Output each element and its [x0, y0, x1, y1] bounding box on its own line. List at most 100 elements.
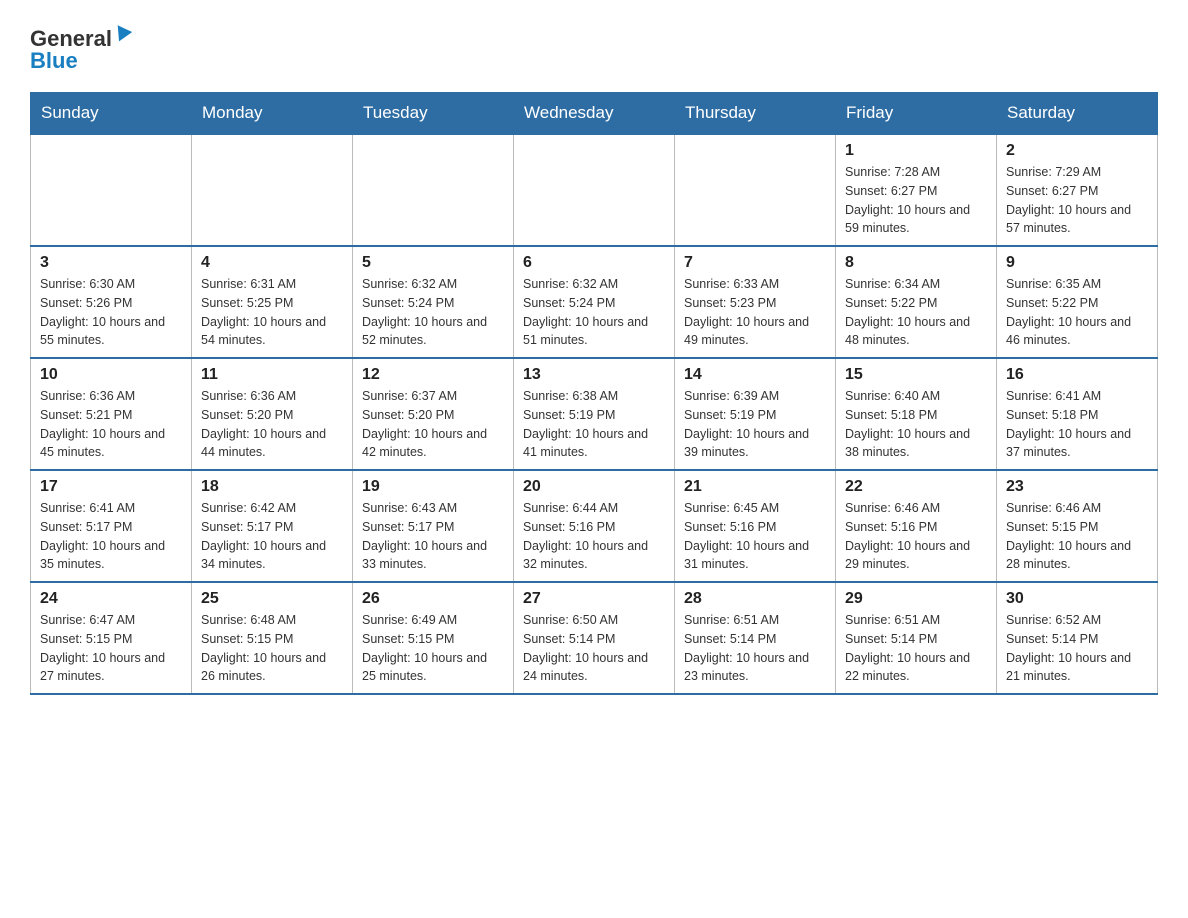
day-info: Sunrise: 6:31 AMSunset: 5:25 PMDaylight:… [201, 275, 343, 350]
day-info: Sunrise: 6:48 AMSunset: 5:15 PMDaylight:… [201, 611, 343, 686]
calendar-day-cell: 28Sunrise: 6:51 AMSunset: 5:14 PMDayligh… [675, 582, 836, 694]
calendar-week-row: 10Sunrise: 6:36 AMSunset: 5:21 PMDayligh… [31, 358, 1158, 470]
day-info: Sunrise: 6:49 AMSunset: 5:15 PMDaylight:… [362, 611, 504, 686]
day-info: Sunrise: 7:29 AMSunset: 6:27 PMDaylight:… [1006, 163, 1148, 238]
day-number: 4 [201, 254, 343, 272]
calendar-week-row: 1 Sunrise: 7:28 AMSunset: 6:27 PMDaylight… [31, 134, 1158, 246]
day-info: Sunrise: 6:30 AMSunset: 5:26 PMDaylight:… [40, 275, 182, 350]
calendar-day-cell: 23 Sunrise: 6:46 AMSunset: 5:15 PMDayligh… [997, 470, 1158, 582]
calendar-day-cell [192, 134, 353, 246]
day-number: 9 [1006, 254, 1148, 272]
calendar-day-header: Saturday [997, 93, 1158, 135]
day-info: Sunrise: 6:42 AMSunset: 5:17 PMDaylight:… [201, 499, 343, 574]
day-number: 26 [362, 590, 504, 608]
calendar-day-cell: 16 Sunrise: 6:41 AMSunset: 5:18 PMDayligh… [997, 358, 1158, 470]
calendar-day-header: Thursday [675, 93, 836, 135]
logo-general: General [30, 28, 112, 50]
calendar-day-header: Tuesday [353, 93, 514, 135]
calendar-day-cell: 13 Sunrise: 6:38 AMSunset: 5:19 PMDayligh… [514, 358, 675, 470]
day-number: 8 [845, 254, 987, 272]
day-info: Sunrise: 6:46 AMSunset: 5:15 PMDaylight:… [1006, 499, 1148, 574]
calendar-day-cell: 2 Sunrise: 7:29 AMSunset: 6:27 PMDaylight… [997, 134, 1158, 246]
calendar-day-cell: 29 Sunrise: 6:51 AMSunset: 5:14 PMDayligh… [836, 582, 997, 694]
day-number: 11 [201, 366, 343, 384]
calendar-day-cell: 10Sunrise: 6:36 AMSunset: 5:21 PMDayligh… [31, 358, 192, 470]
calendar-day-cell: 27 Sunrise: 6:50 AMSunset: 5:14 PMDayligh… [514, 582, 675, 694]
day-info: Sunrise: 6:37 AMSunset: 5:20 PMDaylight:… [362, 387, 504, 462]
calendar-day-cell [353, 134, 514, 246]
calendar-day-cell: 4 Sunrise: 6:31 AMSunset: 5:25 PMDaylight… [192, 246, 353, 358]
calendar-day-cell: 24 Sunrise: 6:47 AMSunset: 5:15 PMDayligh… [31, 582, 192, 694]
calendar-day-cell: 14Sunrise: 6:39 AMSunset: 5:19 PMDayligh… [675, 358, 836, 470]
day-info: Sunrise: 6:45 AMSunset: 5:16 PMDaylight:… [684, 499, 826, 574]
day-info: Sunrise: 6:41 AMSunset: 5:18 PMDaylight:… [1006, 387, 1148, 462]
day-number: 29 [845, 590, 987, 608]
calendar-day-header: Monday [192, 93, 353, 135]
calendar-day-cell: 20 Sunrise: 6:44 AMSunset: 5:16 PMDayligh… [514, 470, 675, 582]
day-number: 13 [523, 366, 665, 384]
calendar-day-header: Sunday [31, 93, 192, 135]
calendar-week-row: 3 Sunrise: 6:30 AMSunset: 5:26 PMDaylight… [31, 246, 1158, 358]
day-info: Sunrise: 6:32 AMSunset: 5:24 PMDaylight:… [362, 275, 504, 350]
day-number: 1 [845, 142, 987, 160]
day-number: 27 [523, 590, 665, 608]
day-number: 17 [40, 478, 182, 496]
day-info: Sunrise: 7:28 AMSunset: 6:27 PMDaylight:… [845, 163, 987, 238]
logo-triangle-icon [112, 25, 132, 44]
day-number: 22 [845, 478, 987, 496]
day-info: Sunrise: 6:33 AMSunset: 5:23 PMDaylight:… [684, 275, 826, 350]
calendar-day-cell: 19 Sunrise: 6:43 AMSunset: 5:17 PMDayligh… [353, 470, 514, 582]
day-info: Sunrise: 6:51 AMSunset: 5:14 PMDaylight:… [845, 611, 987, 686]
day-number: 23 [1006, 478, 1148, 496]
calendar-day-cell: 3 Sunrise: 6:30 AMSunset: 5:26 PMDaylight… [31, 246, 192, 358]
day-number: 2 [1006, 142, 1148, 160]
calendar-day-cell: 6 Sunrise: 6:32 AMSunset: 5:24 PMDaylight… [514, 246, 675, 358]
day-info: Sunrise: 6:36 AMSunset: 5:20 PMDaylight:… [201, 387, 343, 462]
day-number: 19 [362, 478, 504, 496]
calendar-week-row: 17Sunrise: 6:41 AMSunset: 5:17 PMDayligh… [31, 470, 1158, 582]
day-info: Sunrise: 6:40 AMSunset: 5:18 PMDaylight:… [845, 387, 987, 462]
logo-blue: Blue [30, 48, 78, 74]
calendar-day-cell: 26 Sunrise: 6:49 AMSunset: 5:15 PMDayligh… [353, 582, 514, 694]
calendar-table: SundayMondayTuesdayWednesdayThursdayFrid… [30, 92, 1158, 695]
day-number: 7 [684, 254, 826, 272]
day-number: 28 [684, 590, 826, 608]
day-info: Sunrise: 6:38 AMSunset: 5:19 PMDaylight:… [523, 387, 665, 462]
day-number: 12 [362, 366, 504, 384]
day-number: 21 [684, 478, 826, 496]
day-number: 16 [1006, 366, 1148, 384]
day-number: 5 [362, 254, 504, 272]
day-number: 20 [523, 478, 665, 496]
day-number: 24 [40, 590, 182, 608]
calendar-day-cell [675, 134, 836, 246]
day-info: Sunrise: 6:52 AMSunset: 5:14 PMDaylight:… [1006, 611, 1148, 686]
day-info: Sunrise: 6:43 AMSunset: 5:17 PMDaylight:… [362, 499, 504, 574]
day-info: Sunrise: 6:35 AMSunset: 5:22 PMDaylight:… [1006, 275, 1148, 350]
calendar-day-cell: 8Sunrise: 6:34 AMSunset: 5:22 PMDaylight… [836, 246, 997, 358]
calendar-day-cell: 18 Sunrise: 6:42 AMSunset: 5:17 PMDayligh… [192, 470, 353, 582]
day-number: 25 [201, 590, 343, 608]
calendar-header-row: SundayMondayTuesdayWednesdayThursdayFrid… [31, 93, 1158, 135]
logo: General Blue [30, 28, 130, 74]
calendar-day-cell: 1 Sunrise: 7:28 AMSunset: 6:27 PMDaylight… [836, 134, 997, 246]
day-number: 6 [523, 254, 665, 272]
calendar-day-cell: 21 Sunrise: 6:45 AMSunset: 5:16 PMDayligh… [675, 470, 836, 582]
day-number: 3 [40, 254, 182, 272]
calendar-day-cell: 30Sunrise: 6:52 AMSunset: 5:14 PMDayligh… [997, 582, 1158, 694]
calendar-day-cell: 17Sunrise: 6:41 AMSunset: 5:17 PMDayligh… [31, 470, 192, 582]
day-info: Sunrise: 6:47 AMSunset: 5:15 PMDaylight:… [40, 611, 182, 686]
page-header: General Blue [30, 20, 1158, 74]
day-info: Sunrise: 6:44 AMSunset: 5:16 PMDaylight:… [523, 499, 665, 574]
calendar-week-row: 24 Sunrise: 6:47 AMSunset: 5:15 PMDayligh… [31, 582, 1158, 694]
calendar-day-cell: 7 Sunrise: 6:33 AMSunset: 5:23 PMDaylight… [675, 246, 836, 358]
calendar-day-cell: 22Sunrise: 6:46 AMSunset: 5:16 PMDayligh… [836, 470, 997, 582]
day-number: 15 [845, 366, 987, 384]
day-number: 18 [201, 478, 343, 496]
day-info: Sunrise: 6:50 AMSunset: 5:14 PMDaylight:… [523, 611, 665, 686]
calendar-day-cell: 12 Sunrise: 6:37 AMSunset: 5:20 PMDayligh… [353, 358, 514, 470]
calendar-day-cell: 5 Sunrise: 6:32 AMSunset: 5:24 PMDaylight… [353, 246, 514, 358]
calendar-day-cell: 25 Sunrise: 6:48 AMSunset: 5:15 PMDayligh… [192, 582, 353, 694]
day-number: 10 [40, 366, 182, 384]
day-info: Sunrise: 6:32 AMSunset: 5:24 PMDaylight:… [523, 275, 665, 350]
calendar-day-cell: 15 Sunrise: 6:40 AMSunset: 5:18 PMDayligh… [836, 358, 997, 470]
